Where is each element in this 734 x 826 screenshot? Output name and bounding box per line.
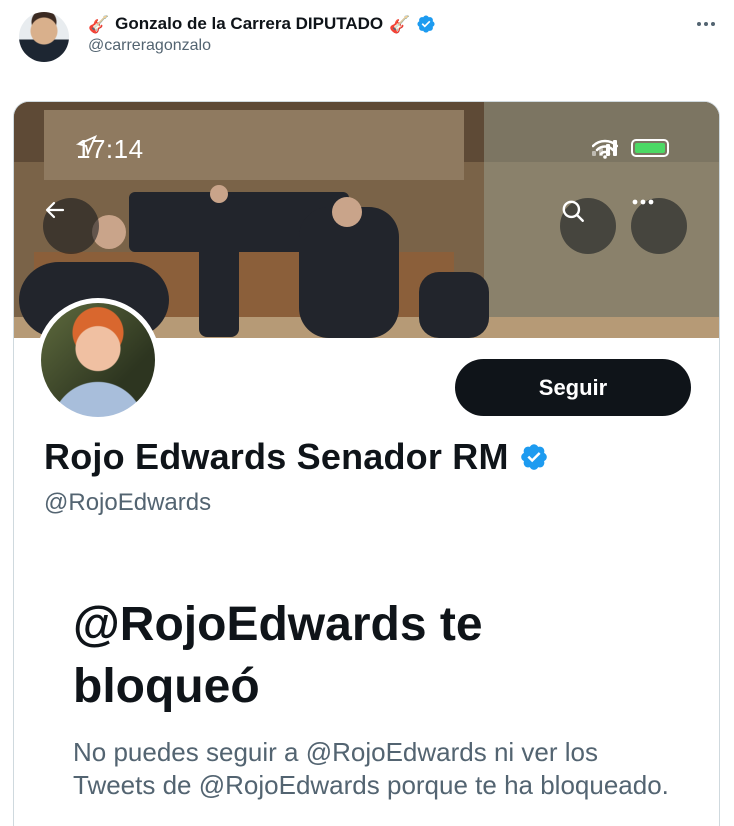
author-name-row[interactable]: 🎸 Gonzalo de la Carrera DIPUTADO 🎸	[88, 12, 436, 36]
profile-avatar[interactable]	[36, 298, 160, 422]
verified-badge-icon	[417, 15, 435, 33]
location-arrow-icon	[76, 134, 98, 156]
back-arrow-icon	[45, 201, 65, 219]
search-icon	[562, 200, 584, 222]
guitar-icon: 🎸	[88, 14, 110, 34]
more-icon	[632, 199, 654, 205]
follow-button[interactable]: Seguir	[455, 359, 691, 416]
more-options-button[interactable]	[694, 12, 718, 36]
battery-icon	[631, 139, 669, 157]
more-icon	[697, 22, 701, 26]
status-bar-icons	[592, 139, 669, 159]
profile-handle: @RojoEdwards	[44, 489, 212, 516]
tweet-header: 🎸 Gonzalo de la Carrera DIPUTADO 🎸 @carr…	[0, 0, 734, 80]
blocked-description: No puedes seguir a @RojoEdwards ni ver l…	[73, 737, 669, 800]
tweet-media-image[interactable]: 17:14 Seguir Rojo Edwards Senador RM @Ro…	[13, 101, 720, 826]
status-bar-time: 17:14	[76, 134, 144, 164]
author-name[interactable]: Gonzalo de la Carrera DIPUTADO	[115, 14, 383, 34]
search-button[interactable]	[560, 198, 616, 254]
blocked-title: @RojoEdwards te bloqueó	[73, 598, 483, 713]
profile-more-button[interactable]	[631, 198, 687, 254]
author-avatar[interactable]	[19, 12, 69, 62]
profile-name: Rojo Edwards Senador RM	[44, 436, 509, 477]
author-handle[interactable]: @carreragonzalo	[88, 37, 211, 55]
back-button[interactable]	[43, 198, 99, 254]
guitar-icon: 🎸	[389, 14, 411, 34]
profile-name-row: Rojo Edwards Senador RM	[44, 436, 549, 478]
wifi-icon	[592, 139, 618, 159]
verified-badge-icon	[520, 444, 547, 470]
